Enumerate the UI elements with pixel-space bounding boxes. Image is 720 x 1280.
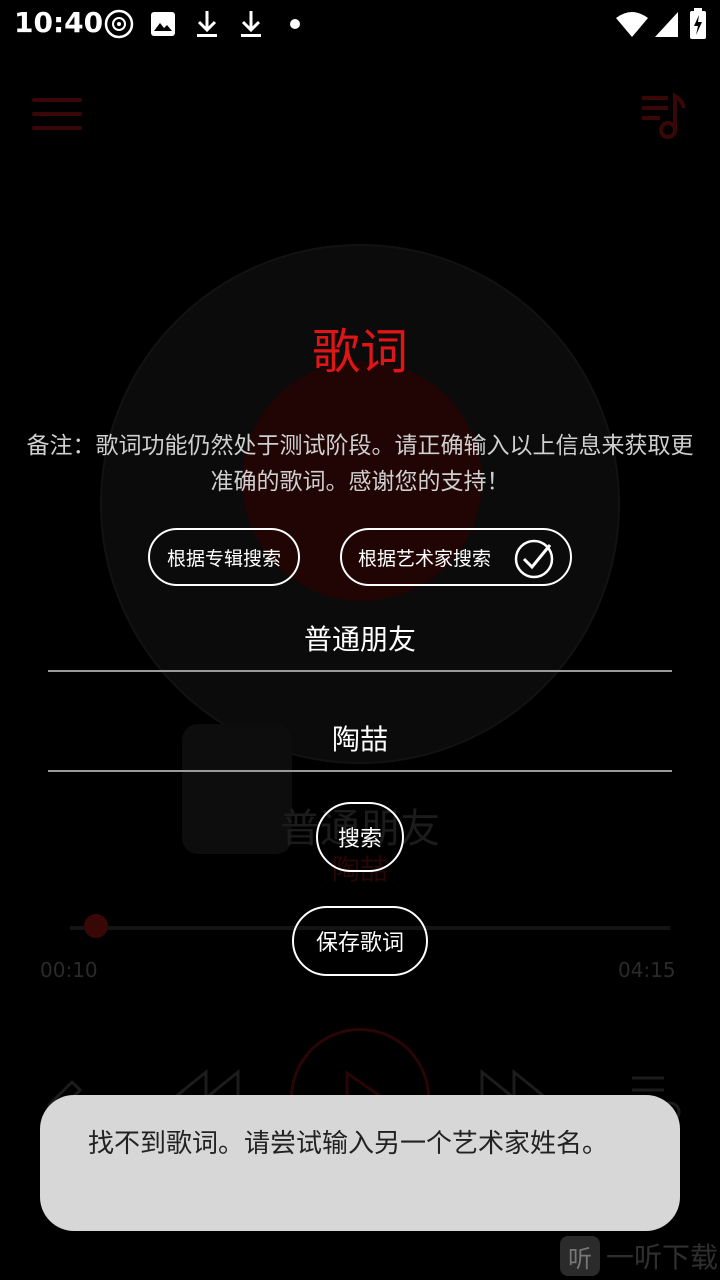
search-by-album-button[interactable]: 根据专辑搜索 (148, 528, 300, 586)
song-title-field[interactable]: 普通朋友 (48, 616, 672, 672)
status-time: 10:40 (14, 6, 104, 39)
signal-icon (652, 8, 682, 40)
download-icon (192, 8, 222, 40)
check-circle-icon (514, 539, 554, 579)
watermark-logo: 听 (560, 1236, 600, 1276)
artist-name-field[interactable]: 陶喆 (48, 716, 672, 772)
search-by-artist-button[interactable]: 根据艺术家搜索 (340, 528, 572, 586)
watermark: 听 一听下载 (560, 1236, 718, 1276)
time-current: 00:10 (40, 958, 98, 982)
time-total: 04:15 (618, 958, 676, 982)
wifi-icon (614, 8, 650, 40)
cd-icon (104, 8, 134, 40)
toast-message: 找不到歌词。请尝试输入另一个艺术家姓名。 (40, 1095, 680, 1231)
dialog-title: 歌词 (311, 324, 408, 380)
search-by-album-label: 根据专辑搜索 (166, 547, 281, 570)
dialog-note: 备注：歌词功能仍然处于测试阶段。请正确输入以上信息来获取更准确的歌词。感谢您的支… (26, 433, 694, 495)
search-button[interactable]: 搜索 (316, 802, 404, 872)
menu-icon (32, 98, 82, 132)
battery-icon (686, 8, 710, 40)
watermark-text: 一听下载 (606, 1241, 719, 1274)
status-bar: 10:40 (0, 0, 720, 48)
search-by-artist-label: 根据艺术家搜索 (358, 547, 492, 570)
save-lyrics-button[interactable]: 保存歌词 (292, 906, 428, 976)
image-icon (148, 8, 178, 40)
download-icon (236, 8, 266, 40)
playlist-icon (638, 90, 688, 144)
dot-icon (280, 8, 310, 40)
progress-knob (84, 914, 108, 938)
